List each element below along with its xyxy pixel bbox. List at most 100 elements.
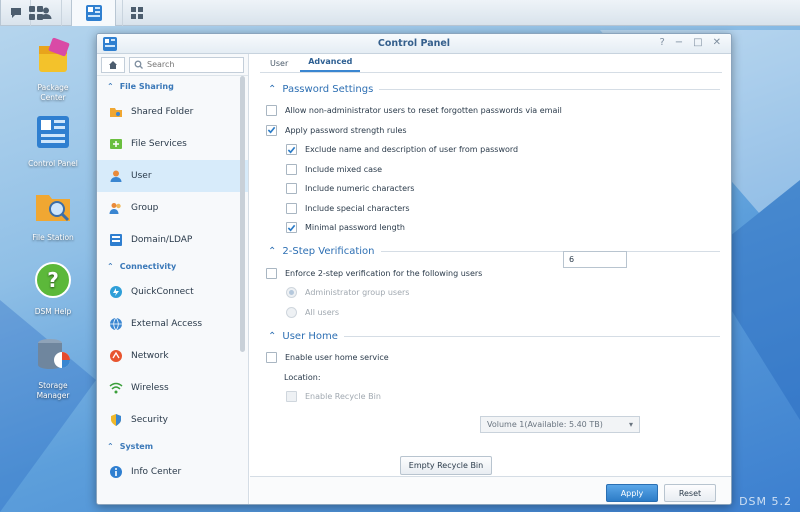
storage-manager-icon [38, 339, 70, 369]
all-users-row: All users [286, 303, 731, 323]
minimize-icon[interactable]: − [675, 37, 683, 48]
empty-recycle-bin-button[interactable]: Empty Recycle Bin [400, 456, 492, 475]
sidebar: ⌃ File Sharing Shared Folder File Servic… [97, 54, 249, 504]
recycle-bin-label: Enable Recycle Bin [305, 392, 381, 402]
search-input[interactable] [147, 60, 237, 69]
exclude-name-label: Exclude name and description of user fro… [305, 145, 519, 155]
section-label: Connectivity [119, 261, 177, 271]
user-home-header[interactable]: ⌃ User Home [268, 328, 731, 344]
sidebar-item-group[interactable]: Group [97, 192, 248, 224]
min-length-checkbox[interactable] [286, 222, 297, 234]
shield-icon [111, 414, 121, 426]
sidebar-item-network[interactable]: Network [97, 340, 248, 372]
package-center-icon [39, 37, 70, 72]
sidebar-item-label: QuickConnect [131, 287, 194, 297]
sidebar-item-domain-ldap[interactable]: Domain/LDAP [97, 224, 248, 256]
footer-bar: Apply Reset [250, 476, 731, 504]
pilot-view-button[interactable] [121, 0, 152, 26]
allow-reset-row: Allow non-administrator users to reset f… [266, 101, 731, 121]
special-checkbox[interactable] [286, 202, 297, 214]
desktop-icon-file-station[interactable]: File Station [18, 186, 88, 243]
min-length-input[interactable]: 6 [563, 251, 627, 268]
sidebar-item-wireless[interactable]: Wireless [97, 372, 248, 404]
section-connectivity[interactable]: ⌃ Connectivity [97, 256, 248, 276]
location-row: Location: [284, 368, 731, 388]
sidebar-item-external-access[interactable]: External Access [97, 308, 248, 340]
globe-icon [110, 317, 122, 331]
main-menu-button[interactable] [0, 0, 72, 26]
user-home-body: Enable user home service Location: Enabl… [266, 348, 731, 407]
sidebar-item-file-services[interactable]: File Services [97, 128, 248, 160]
apply-button[interactable]: Apply [606, 484, 658, 502]
sidebar-item-label: Wireless [131, 383, 169, 393]
sidebar-item-user[interactable]: User [97, 160, 248, 192]
password-settings-header[interactable]: ⌃ Password Settings [268, 81, 731, 97]
desktop-icon-label: File Station [32, 233, 74, 242]
exclude-name-row: Exclude name and description of user fro… [286, 140, 731, 160]
enforce-2step-checkbox[interactable] [266, 267, 277, 279]
enable-home-checkbox[interactable] [266, 352, 277, 364]
sidebar-item-shared-folder[interactable]: Shared Folder [97, 96, 248, 128]
mixed-case-checkbox[interactable] [286, 163, 297, 175]
min-length-row: Minimal password length [286, 218, 731, 238]
enforce-2step-label: Enforce 2-step verification for the foll… [285, 268, 483, 278]
section-label: File Sharing [119, 81, 174, 91]
tab-advanced[interactable]: Advanced [300, 57, 361, 72]
close-icon[interactable]: ✕ [713, 37, 721, 48]
apply-rules-row: Apply password strength rules [266, 121, 731, 141]
desktop-icon-label: Storage Manager [36, 381, 70, 400]
allow-reset-checkbox[interactable] [266, 105, 277, 117]
location-label: Location: [284, 372, 321, 382]
section-system[interactable]: ⌃ System [97, 436, 248, 456]
sidebar-toolbar [97, 54, 248, 76]
network-icon [110, 350, 122, 362]
collapse-icon: ⌃ [268, 330, 277, 342]
exclude-name-checkbox[interactable] [286, 144, 297, 156]
wifi-icon [109, 382, 123, 394]
reset-button[interactable]: Reset [664, 484, 716, 502]
tab-bar: User Advanced [250, 54, 731, 72]
desktop-icon-package-center[interactable]: Package Center [18, 36, 88, 103]
collapse-icon: ⌃ [268, 246, 277, 257]
admin-group-radio[interactable] [286, 287, 297, 299]
sidebar-item-info-center[interactable]: Info Center [97, 456, 248, 488]
maximize-icon[interactable]: □ [693, 37, 702, 48]
numeric-row: Include numeric characters [286, 179, 731, 199]
desktop-icon-control-panel[interactable]: Control Panel [18, 112, 88, 169]
password-settings-body: Allow non-administrator users to reset f… [266, 101, 731, 238]
min-length-label: Minimal password length [305, 223, 405, 233]
collapse-icon: ⌃ [107, 81, 114, 91]
mixed-case-row: Include mixed case [286, 160, 731, 180]
section-file-sharing[interactable]: ⌃ File Sharing [97, 76, 248, 96]
content-pane: User Advanced ⌃ Password Settings Allow … [250, 54, 731, 504]
location-select[interactable]: Volume 1(Available: 5.40 TB) ▾ [480, 416, 640, 433]
domain-icon [110, 234, 122, 246]
sidebar-scrollbar[interactable] [240, 76, 245, 352]
numeric-label: Include numeric characters [305, 184, 415, 194]
help-icon[interactable]: ? [659, 37, 664, 48]
user-icon [110, 170, 122, 182]
search-box[interactable] [129, 56, 244, 73]
sidebar-item-security[interactable]: Security [97, 404, 248, 436]
window-titlebar[interactable]: Control Panel ? − □ ✕ [97, 34, 731, 54]
admin-group-label: Administrator group users [305, 288, 410, 298]
sidebar-item-quickconnect[interactable]: QuickConnect [97, 276, 248, 308]
all-users-label: All users [305, 307, 340, 317]
desktop-icon-dsm-help[interactable]: ? DSM Help [18, 260, 88, 317]
enforce-2step-row: Enforce 2-step verification for the foll… [266, 264, 731, 284]
desktop-icon-storage-manager[interactable]: Storage Manager [18, 334, 88, 401]
password-rules: Exclude name and description of user fro… [286, 140, 731, 238]
apply-rules-checkbox[interactable] [266, 124, 277, 136]
special-row: Include special characters [286, 199, 731, 219]
two-step-header[interactable]: ⌃ 2-Step Verification [268, 244, 731, 260]
enable-home-row: Enable user home service [266, 348, 731, 368]
tab-user[interactable]: User [262, 59, 296, 72]
taskbar-control-panel-button[interactable] [72, 0, 116, 26]
home-button[interactable] [101, 56, 125, 73]
numeric-checkbox[interactable] [286, 183, 297, 195]
apply-rules-label: Apply password strength rules [285, 125, 407, 135]
sidebar-item-label: Shared Folder [131, 107, 194, 117]
window-title: Control Panel [377, 38, 451, 49]
all-users-radio[interactable] [286, 306, 297, 318]
recycle-bin-checkbox[interactable] [286, 391, 297, 403]
